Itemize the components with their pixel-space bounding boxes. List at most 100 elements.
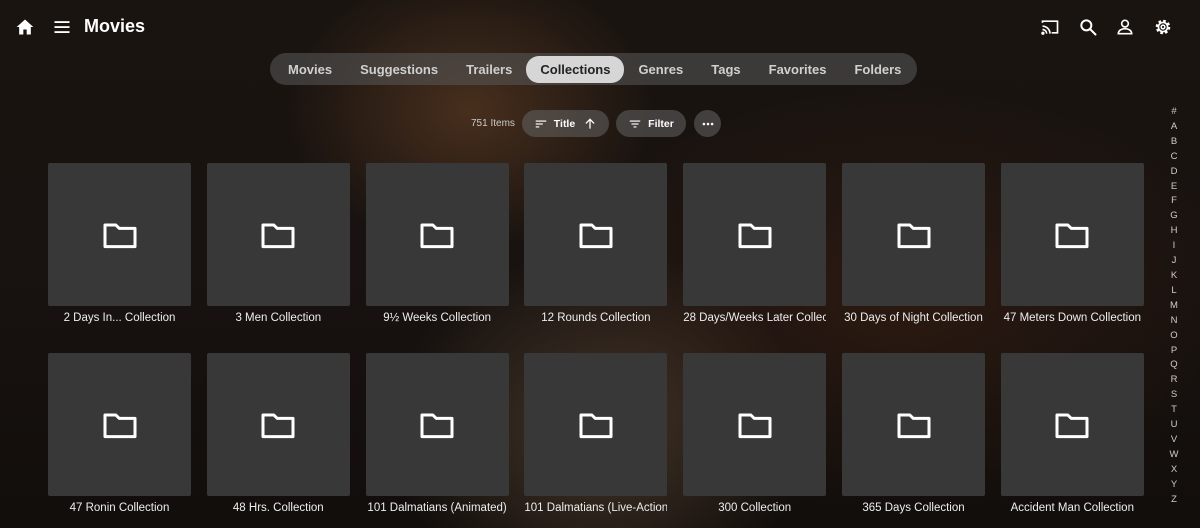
toolbar: 751 Items Title Filter [0, 110, 1200, 138]
collection-thumbnail[interactable] [524, 353, 668, 496]
collection-title[interactable]: 365 Days Collection [842, 502, 985, 514]
filter-button[interactable]: Filter [616, 110, 686, 137]
tab-favorites[interactable]: Favorites [755, 56, 841, 83]
menu-icon[interactable] [52, 17, 72, 37]
alpha-index-letter[interactable]: T [1168, 403, 1180, 418]
tab-collections[interactable]: Collections [526, 55, 625, 83]
alpha-index-letter[interactable]: F [1168, 194, 1180, 209]
home-icon[interactable] [15, 17, 35, 37]
cast-icon[interactable] [1040, 17, 1060, 37]
tab-trailers[interactable]: Trailers [452, 56, 526, 83]
alpha-index-letter[interactable]: E [1168, 180, 1180, 195]
collection-card[interactable]: 3 Men Collection [206, 163, 350, 324]
alpha-index-letter[interactable]: H [1168, 224, 1180, 239]
collection-thumbnail[interactable] [365, 353, 509, 496]
folder-icon [576, 215, 616, 255]
alpha-index-letter[interactable]: A [1168, 120, 1180, 135]
collection-card[interactable]: 48 Hrs. Collection [206, 353, 350, 514]
tab-bar: Movies Suggestions Trailers Collections … [270, 53, 917, 85]
alpha-index-letter[interactable]: P [1168, 344, 1180, 359]
collection-card[interactable]: 30 Days of Night Collection [842, 163, 985, 324]
filter-label: Filter [648, 117, 674, 130]
collection-card[interactable]: 9½ Weeks Collection [365, 163, 509, 324]
alpha-index-letter[interactable]: I [1168, 239, 1180, 254]
collection-thumbnail[interactable] [365, 163, 509, 306]
collection-thumbnail[interactable] [842, 353, 985, 496]
collection-card[interactable]: 2 Days In... Collection [48, 163, 191, 324]
alpha-index-letter[interactable]: N [1168, 314, 1180, 329]
collection-title[interactable]: 48 Hrs. Collection [207, 502, 350, 514]
collection-thumbnail[interactable] [206, 353, 350, 496]
collection-card[interactable]: 28 Days/Weeks Later Collection [683, 163, 827, 324]
collection-title[interactable]: 3 Men Collection [207, 312, 350, 324]
alpha-index-letter[interactable]: Z [1168, 493, 1180, 508]
alpha-index: # A B C D E F G H I J K L M N O P Q R S T U V W X Y Z [1168, 105, 1180, 507]
collection-title[interactable]: 47 Meters Down Collection [1001, 312, 1144, 324]
collection-thumbnail[interactable] [842, 163, 985, 306]
sort-button[interactable]: Title [522, 110, 609, 137]
collection-thumbnail[interactable] [48, 353, 191, 496]
collection-card[interactable]: 365 Days Collection [842, 353, 985, 514]
alpha-index-letter[interactable]: X [1168, 463, 1180, 478]
alpha-index-letter[interactable]: C [1168, 150, 1180, 165]
alpha-index-letter[interactable]: S [1168, 388, 1180, 403]
collection-title[interactable]: 28 Days/Weeks Later Collection [683, 312, 826, 324]
sort-icon [535, 120, 547, 127]
alpha-index-letter[interactable]: U [1168, 418, 1180, 433]
collection-card[interactable]: 300 Collection [683, 353, 827, 514]
collection-thumbnail[interactable] [1000, 163, 1144, 306]
filter-icon [629, 120, 641, 127]
alpha-index-letter[interactable]: J [1168, 254, 1180, 269]
alpha-index-letter[interactable]: D [1168, 165, 1180, 180]
alpha-index-letter[interactable]: Y [1168, 478, 1180, 493]
collection-title[interactable]: 47 Ronin Collection [48, 502, 191, 514]
more-options-button[interactable] [694, 110, 721, 137]
collection-card[interactable]: 47 Ronin Collection [48, 353, 191, 514]
user-icon[interactable] [1115, 17, 1135, 37]
collection-title[interactable]: 101 Dalmatians (Animated) [366, 502, 509, 514]
collection-card[interactable]: 12 Rounds Collection [524, 163, 668, 324]
alpha-index-letter[interactable]: W [1168, 448, 1180, 463]
folder-icon [258, 405, 298, 445]
collection-thumbnail[interactable] [48, 163, 191, 306]
alpha-index-letter[interactable]: G [1168, 209, 1180, 224]
arrow-up-icon [585, 117, 595, 129]
alpha-index-letter[interactable]: O [1168, 329, 1180, 344]
collection-title[interactable]: 30 Days of Night Collection [842, 312, 985, 324]
folder-icon [576, 405, 616, 445]
collection-title[interactable]: 2 Days In... Collection [48, 312, 191, 324]
collection-thumbnail[interactable] [206, 163, 350, 306]
collection-thumbnail[interactable] [1000, 353, 1144, 496]
items-count: 751 Items [471, 118, 515, 129]
collection-card[interactable]: Accident Man Collection [1000, 353, 1144, 514]
settings-icon[interactable] [1153, 17, 1173, 37]
alpha-index-letter[interactable]: L [1168, 284, 1180, 299]
collection-title[interactable]: 300 Collection [683, 502, 826, 514]
collection-thumbnail[interactable] [683, 353, 827, 496]
folder-icon [417, 405, 457, 445]
collection-thumbnail[interactable] [683, 163, 827, 306]
alpha-index-letter[interactable]: # [1168, 105, 1180, 120]
collection-card[interactable]: 47 Meters Down Collection [1000, 163, 1144, 324]
collection-title[interactable]: Accident Man Collection [1001, 502, 1144, 514]
collection-card[interactable]: 101 Dalmatians (Live-Action) [524, 353, 668, 514]
alpha-index-letter[interactable]: B [1168, 135, 1180, 150]
collection-title[interactable]: 101 Dalmatians (Live-Action) [524, 502, 667, 514]
alpha-index-letter[interactable]: K [1168, 269, 1180, 284]
alpha-index-letter[interactable]: Q [1168, 358, 1180, 373]
alpha-index-letter[interactable]: R [1168, 373, 1180, 388]
collection-title[interactable]: 12 Rounds Collection [524, 312, 667, 324]
collection-thumbnail[interactable] [524, 163, 668, 306]
tab-movies[interactable]: Movies [274, 56, 346, 83]
tab-folders[interactable]: Folders [840, 56, 915, 83]
search-icon[interactable] [1078, 17, 1098, 37]
folder-icon [100, 215, 140, 255]
alpha-index-letter[interactable]: M [1168, 299, 1180, 314]
tab-suggestions[interactable]: Suggestions [346, 56, 452, 83]
tab-tags[interactable]: Tags [697, 56, 754, 83]
alpha-index-letter[interactable]: V [1168, 433, 1180, 448]
collection-title[interactable]: 9½ Weeks Collection [366, 312, 509, 324]
folder-icon [100, 405, 140, 445]
collection-card[interactable]: 101 Dalmatians (Animated) [365, 353, 509, 514]
tab-genres[interactable]: Genres [624, 56, 697, 83]
